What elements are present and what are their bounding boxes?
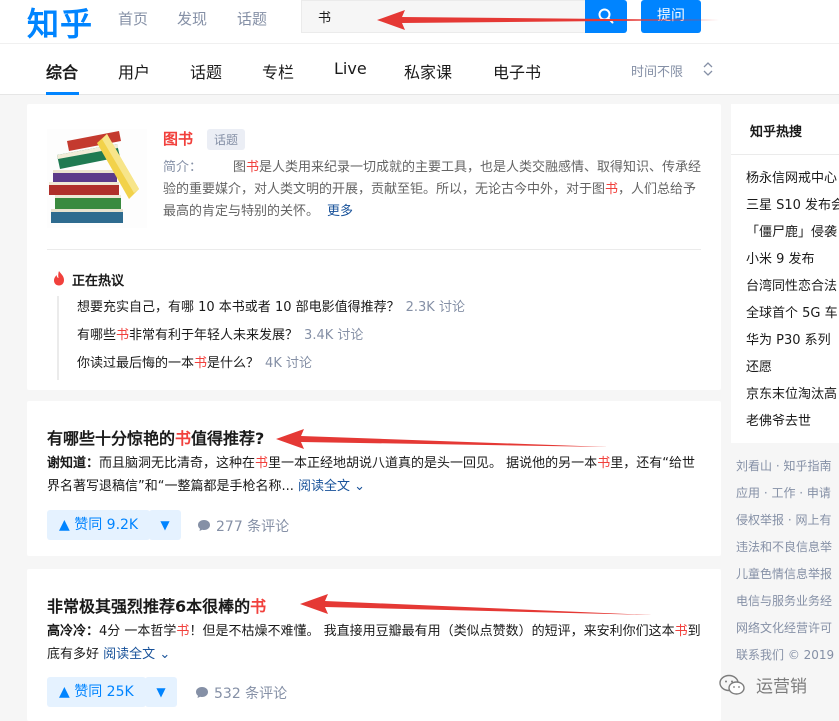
fire-icon	[54, 271, 64, 286]
tab-courses[interactable]: 私家课	[404, 59, 452, 83]
tab-columns[interactable]: 专栏	[262, 59, 294, 83]
downvote-button[interactable]: ▼	[149, 510, 181, 540]
tab-topics[interactable]: 话题	[190, 59, 222, 83]
hot-search-list: 杨永信网戒中心 三星 S10 发布会 「僵尸鹿」侵袭 小米 9 发布 台湾同性恋…	[746, 167, 839, 437]
topic-title[interactable]: 图书	[163, 128, 193, 149]
updown-chevron-icon[interactable]	[703, 61, 713, 77]
hot-discussion-list: 想要充实自己，有哪 10 本书或者 10 部电影值得推荐？ 2.3K 讨论 有哪些…	[57, 296, 465, 380]
footer-text: 联系我们 © 2019	[736, 648, 835, 662]
hot-search-item[interactable]: 还愿	[746, 356, 839, 383]
footer-link[interactable]: 应用 · 工作 · 申请	[736, 484, 834, 511]
annotation-arrow	[300, 594, 652, 615]
wechat-icon	[719, 674, 745, 695]
author-name: 谢知道：	[47, 456, 100, 471]
topic-book-image[interactable]	[47, 129, 147, 228]
hot-search-panel: 知乎热搜 杨永信网戒中心 三星 S10 发布会 「僵尸鹿」侵袭 小米 9 发布 …	[731, 104, 839, 443]
footer-link[interactable]: 刘看山 · 知乎指南	[736, 457, 834, 484]
nav-discover[interactable]: 发现	[177, 8, 207, 29]
annotation-arrow	[377, 10, 719, 30]
time-filter[interactable]: 时间不限	[631, 61, 683, 80]
hot-search-item[interactable]: 杨永信网戒中心	[746, 167, 839, 194]
hot-search-item[interactable]: 三星 S10 发布会	[746, 194, 839, 221]
sidebar-divider	[731, 154, 839, 155]
active-tab-indicator	[46, 92, 79, 95]
hot-search-item[interactable]: 京东末位淘汰高	[746, 383, 839, 410]
footer-link[interactable]: 儿童色情信息举报	[736, 565, 834, 592]
nav-topics[interactable]: 话题	[237, 8, 267, 29]
zhihu-logo[interactable]: 知乎	[27, 0, 93, 45]
wechat-watermark: 运营销	[718, 672, 807, 697]
hot-search-item[interactable]: 小米 9 发布	[746, 248, 839, 275]
card-divider	[47, 249, 701, 250]
comment-icon	[196, 687, 208, 698]
tab-ebooks[interactable]: 电子书	[493, 59, 541, 83]
read-more-link[interactable]: 阅读全文 ⌄	[298, 479, 365, 494]
nav-home[interactable]: 首页	[118, 8, 148, 29]
books-illustration	[47, 129, 147, 228]
hot-discussion-item[interactable]: 想要充实自己，有哪 10 本书或者 10 部电影值得推荐？ 2.3K 讨论	[77, 296, 465, 324]
downvote-button[interactable]: ▼	[145, 677, 177, 707]
answer-excerpt[interactable]: 谢知道：而且脑洞无比清奇，这种在书里一本正经地胡说八道真的是头一回见。 据说他的…	[47, 452, 701, 498]
read-more-link[interactable]: 阅读全文 ⌄	[103, 647, 170, 662]
footer-link[interactable]: 网络文化经营许可	[736, 619, 834, 646]
annotation-arrow	[276, 429, 608, 449]
comment-link[interactable]: 532 条评论	[195, 683, 287, 703]
footer-link[interactable]: 电信与服务业务经	[736, 592, 834, 619]
footer-link[interactable]: 违法和不良信息举	[736, 538, 834, 565]
comment-icon	[198, 520, 210, 531]
hot-search-title: 知乎热搜	[750, 125, 803, 140]
question-title[interactable]: 有哪些十分惊艳的书值得推荐?	[47, 425, 264, 449]
more-link[interactable]: 更多	[327, 204, 353, 219]
sidebar-footer: 刘看山 · 知乎指南 应用 · 工作 · 申请 侵权举报 · 网上有 违法和不良…	[736, 457, 834, 673]
tab-live[interactable]: Live	[334, 59, 367, 78]
upvote-button[interactable]: ▲ 赞同 25K	[47, 677, 146, 707]
topic-type-badge: 话题	[207, 129, 246, 150]
question-title[interactable]: 非常极其强烈推荐6本很棒的书	[47, 593, 266, 617]
hot-discussion-heading: 正在热议	[72, 274, 125, 289]
hot-search-item[interactable]: 全球首个 5G 车	[746, 302, 839, 329]
tab-users[interactable]: 用户	[118, 59, 150, 83]
hot-search-item[interactable]: 老佛爷去世	[746, 410, 839, 437]
watermark-text: 运营销	[756, 677, 807, 697]
description-label: 简介：	[163, 160, 203, 175]
hot-search-item[interactable]: 华为 P30 系列	[746, 329, 839, 356]
chevron-down-icon: ⌄	[159, 647, 171, 662]
hot-search-item[interactable]: 「僵尸鹿」侵袭	[746, 221, 839, 248]
hot-search-item[interactable]: 台湾同性恋合法	[746, 275, 839, 302]
footer-link[interactable]: 侵权举报 · 网上有	[736, 511, 834, 538]
comment-link[interactable]: 277 条评论	[197, 516, 289, 536]
topic-card: 图书 话题 简介： 图书是人类用来纪录一切成就的主要工具，也是人类交融感情、取得知…	[27, 104, 721, 390]
upvote-button[interactable]: ▲ 赞同 9.2K	[47, 510, 151, 540]
hot-discussion-item[interactable]: 有哪些书非常有利于年轻人未来发展？ 3.4K 讨论	[77, 324, 465, 352]
chevron-down-icon: ⌄	[354, 479, 366, 494]
tab-all[interactable]: 综合	[46, 59, 78, 83]
author-name: 高冷冷：	[47, 624, 100, 639]
topic-description: 简介： 图书是人类用来纪录一切成就的主要工具，也是人类交融感情、取得知识、传承经验…	[163, 160, 702, 219]
result-tabs: 综合 用户 话题 专栏 Live 私家课 电子书 时间不限	[0, 43, 839, 95]
answer-excerpt[interactable]: 高冷冷：4分 一本哲学书！但是不枯燥不难懂。 我直接用豆瓣最有用（类似点赞数）的…	[47, 620, 701, 666]
hot-discussion-item[interactable]: 你读过最后悔的一本书是什么？ 4K 讨论	[77, 352, 465, 380]
